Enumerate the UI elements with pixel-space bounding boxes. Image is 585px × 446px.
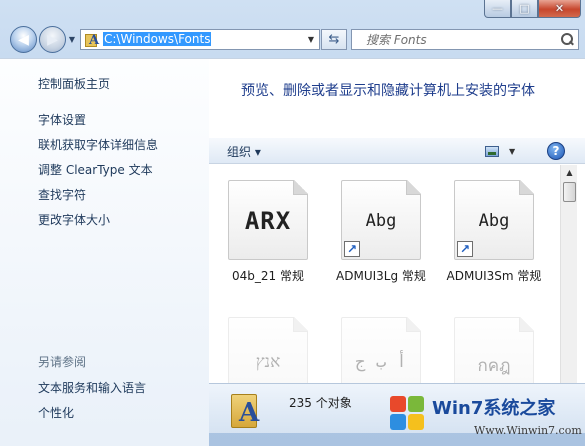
font-item[interactable]: Abg ↗ ADMUI3Sm 常规 bbox=[445, 180, 543, 284]
help-icon[interactable]: ? bbox=[547, 142, 565, 160]
sidebar-item-get-font-info-online[interactable]: 联机获取字体详细信息 bbox=[38, 136, 158, 153]
recent-pages-dropdown[interactable]: ▼ bbox=[66, 26, 78, 53]
sidebar-item-adjust-cleartype[interactable]: 调整 ClearType 文本 bbox=[38, 161, 153, 178]
sidebar-item-control-panel-home[interactable]: 控制面板主页 bbox=[38, 75, 110, 92]
see-also-heading: 另请参阅 bbox=[38, 355, 87, 369]
organize-menu[interactable]: 组织 ▾ bbox=[227, 143, 261, 160]
font-preview: Abg ↗ bbox=[341, 180, 421, 260]
forward-button[interactable]: ▶ bbox=[39, 26, 66, 53]
search-input[interactable]: 搜索 Fonts bbox=[366, 31, 559, 48]
windows-logo-icon bbox=[390, 396, 426, 432]
sidebar-footer bbox=[0, 433, 209, 446]
fonts-folder-icon: A bbox=[229, 392, 263, 432]
address-dropdown-icon[interactable]: ▼ bbox=[303, 35, 319, 44]
font-preview: Abg ↗ bbox=[454, 180, 534, 260]
font-name: ADMUI3Sm 常规 bbox=[446, 269, 542, 283]
back-button[interactable]: ◀ bbox=[10, 26, 37, 53]
navigation-buttons: ◀ ▶ ▼ bbox=[10, 26, 78, 53]
font-preview: ARX bbox=[228, 180, 308, 260]
watermark: Win7系统之家 Www.Winwin7.com bbox=[382, 390, 582, 442]
font-item[interactable]: Abg ↗ ADMUI3Lg 常规 bbox=[332, 180, 430, 284]
minimize-button[interactable]: — bbox=[484, 0, 511, 18]
scroll-up-icon[interactable]: ▲ bbox=[561, 165, 578, 180]
refresh-button[interactable]: ⇆ bbox=[321, 29, 347, 50]
font-name: 04b_21 常规 bbox=[232, 269, 304, 283]
sidebar-item-text-services[interactable]: 文本服务和输入语言 bbox=[38, 379, 146, 396]
watermark-title: Win7系统之家 bbox=[432, 398, 556, 419]
address-path-text[interactable]: C:\Windows\Fonts bbox=[103, 32, 212, 46]
search-icon[interactable] bbox=[559, 32, 575, 48]
font-sample: กคฎ bbox=[477, 356, 511, 376]
sidebar-item-find-character[interactable]: 查找字符 bbox=[38, 186, 86, 203]
font-item[interactable]: ARX 04b_21 常规 bbox=[219, 180, 317, 284]
sidebar-item-personalization[interactable]: 个性化 bbox=[38, 404, 74, 421]
change-view-button[interactable]: ▼ bbox=[485, 143, 525, 159]
font-sample: Abg bbox=[365, 211, 397, 231]
vertical-scrollbar[interactable]: ▲ bbox=[560, 165, 577, 384]
font-sample: Abg bbox=[478, 211, 510, 231]
caption-buttons: — □ ✕ bbox=[484, 0, 581, 18]
page-title: 预览、删除或者显示和隐藏计算机上安装的字体 bbox=[241, 83, 535, 99]
close-button[interactable]: ✕ bbox=[538, 0, 581, 18]
shortcut-arrow-icon: ↗ bbox=[344, 241, 360, 257]
chevron-down-icon[interactable]: ▼ bbox=[509, 147, 515, 156]
font-sample: אנץ bbox=[255, 352, 281, 372]
command-bar: 组织 ▾ ▼ ? bbox=[209, 138, 585, 164]
task-pane: 控制面板主页 字体设置 联机获取字体详细信息 调整 ClearType 文本 查… bbox=[0, 58, 209, 433]
refresh-icon: ⇆ bbox=[328, 32, 340, 47]
address-bar[interactable]: A C:\Windows\Fonts ▼ bbox=[80, 29, 320, 50]
font-name: ADMUI3Lg 常规 bbox=[336, 269, 426, 283]
address-path[interactable]: C:\Windows\Fonts bbox=[103, 32, 303, 47]
scrollbar-thumb[interactable] bbox=[563, 182, 576, 202]
item-count: 235 个对象 bbox=[289, 396, 352, 410]
search-box[interactable]: 搜索 Fonts bbox=[351, 29, 579, 50]
shortcut-arrow-icon: ↗ bbox=[457, 241, 473, 257]
sidebar-item-change-font-size[interactable]: 更改字体大小 bbox=[38, 211, 110, 228]
font-sample: ARX bbox=[244, 207, 292, 235]
font-sample: أ ب ج bbox=[355, 352, 407, 372]
view-icon bbox=[485, 145, 499, 157]
fonts-folder-icon: A bbox=[84, 32, 100, 48]
watermark-url: Www.Winwin7.com bbox=[474, 424, 582, 437]
maximize-button[interactable]: □ bbox=[511, 0, 538, 18]
content-pane: 预览、删除或者显示和隐藏计算机上安装的字体 组织 ▾ ▼ ? ARX 04b_2… bbox=[209, 58, 585, 397]
explorer-window: — □ ✕ ◀ ▶ ▼ A C:\Windows\Fonts ▼ ⇆ 搜索 Fo… bbox=[0, 0, 585, 446]
sidebar-item-font-settings[interactable]: 字体设置 bbox=[38, 111, 86, 128]
